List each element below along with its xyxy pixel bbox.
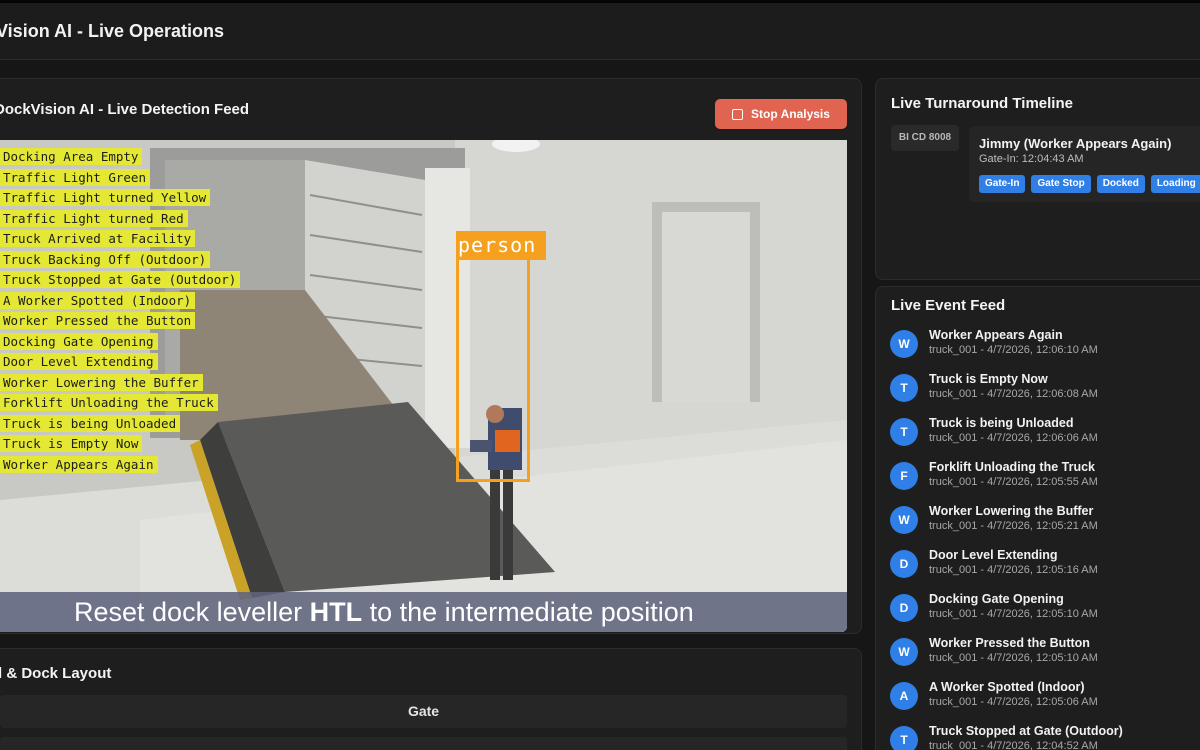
event-item[interactable]: A A Worker Spotted (Indoor) truck_001 - … <box>890 680 1190 720</box>
person-label: person <box>456 231 546 260</box>
event-avatar: A <box>890 682 918 710</box>
stop-icon <box>732 108 744 120</box>
timeline-gate-in: Gate-In: 12:04:43 AM <box>979 153 1084 165</box>
detection-label: Truck Backing Off (Outdoor) <box>0 251 211 268</box>
dock-layout-title: l & Dock Layout <box>0 665 112 682</box>
event-item[interactable]: F Forklift Unloading the Truck truck_001… <box>890 460 1190 500</box>
event-item[interactable]: T Truck is Empty Now truck_001 - 4/7/202… <box>890 372 1190 412</box>
detection-label: Truck Arrived at Facility <box>0 230 196 247</box>
event-meta: truck_001 - 4/7/2026, 12:04:52 AM <box>929 740 1098 750</box>
event-avatar: W <box>890 330 918 358</box>
stage-chip-loading: Loading <box>1150 175 1200 193</box>
event-meta: truck_001 - 4/7/2026, 12:05:55 AM <box>929 476 1098 488</box>
subtitle-bold: HTL <box>309 597 363 627</box>
app-title: Vision AI - Live Operations <box>0 21 225 41</box>
dock-row[interactable] <box>0 737 847 750</box>
event-title: Worker Appears Again <box>929 328 1063 342</box>
stage-chip-docked: Docked <box>1096 175 1145 193</box>
stop-analysis-label: Stop Analysis <box>751 107 830 121</box>
event-meta: truck_001 - 4/7/2026, 12:05:06 AM <box>929 696 1098 708</box>
event-item[interactable]: T Truck Stopped at Gate (Outdoor) truck_… <box>890 724 1190 750</box>
timeline-stages: Gate-In Gate Stop Docked Loading <box>979 175 1200 193</box>
detection-label: Worker Lowering the Buffer <box>0 374 203 391</box>
event-meta: truck_001 - 4/7/2026, 12:06:06 AM <box>929 432 1098 444</box>
event-title: Truck is Empty Now <box>929 372 1048 386</box>
subtitle-text-end: to the intermediate position <box>362 597 694 627</box>
event-title: Worker Lowering the Buffer <box>929 504 1094 518</box>
license-plate-badge: BI CD 8008 <box>891 125 959 151</box>
person-bounding-box <box>456 231 530 482</box>
event-avatar: F <box>890 462 918 490</box>
detection-label: Worker Appears Again <box>0 456 158 473</box>
event-meta: truck_001 - 4/7/2026, 12:05:16 AM <box>929 564 1098 576</box>
detection-label: Forklift Unloading the Truck <box>0 394 218 411</box>
timeline-entry-name: Jimmy (Worker Appears Again) <box>979 136 1172 151</box>
stop-analysis-button[interactable]: Stop Analysis <box>715 99 847 129</box>
detection-label: Traffic Light Green <box>0 169 150 186</box>
event-meta: truck_001 - 4/7/2026, 12:05:21 AM <box>929 520 1098 532</box>
detection-label: Truck is being Unloaded <box>0 415 181 432</box>
detection-label: Docking Gate Opening <box>0 333 158 350</box>
video-subtitle: Reset dock leveller HTL to the intermedi… <box>0 592 847 632</box>
event-avatar: T <box>890 374 918 402</box>
event-avatar: D <box>890 550 918 578</box>
event-title: Docking Gate Opening <box>929 592 1064 606</box>
event-title: A Worker Spotted (Indoor) <box>929 680 1085 694</box>
video-feed[interactable]: Docking Area Empty Traffic Light Green T… <box>0 140 847 632</box>
event-feed-title: Live Event Feed <box>891 297 1006 314</box>
event-item[interactable]: W Worker Pressed the Button truck_001 - … <box>890 636 1190 676</box>
event-title: Worker Pressed the Button <box>929 636 1090 650</box>
timeline-title: Live Turnaround Timeline <box>891 95 1073 112</box>
detection-label: Traffic Light turned Yellow <box>0 189 211 206</box>
event-avatar: T <box>890 726 918 750</box>
event-item[interactable]: D Docking Gate Opening truck_001 - 4/7/2… <box>890 592 1190 632</box>
event-item[interactable]: W Worker Appears Again truck_001 - 4/7/2… <box>890 328 1190 368</box>
feed-title: DockVision AI - Live Detection Feed <box>0 101 250 118</box>
event-title: Truck is being Unloaded <box>929 416 1074 430</box>
detection-label: Docking Area Empty <box>0 148 143 165</box>
detection-label: Truck Stopped at Gate (Outdoor) <box>0 271 241 288</box>
event-title: Truck Stopped at Gate (Outdoor) <box>929 724 1123 738</box>
event-item[interactable]: D Door Level Extending truck_001 - 4/7/2… <box>890 548 1190 588</box>
event-avatar: T <box>890 418 918 446</box>
detection-label: Worker Pressed the Button <box>0 312 196 329</box>
detection-label: Traffic Light turned Red <box>0 210 188 227</box>
stage-chip-gate-stop: Gate Stop <box>1031 175 1091 193</box>
event-avatar: W <box>890 638 918 666</box>
event-title: Forklift Unloading the Truck <box>929 460 1095 474</box>
gate-row[interactable]: Gate <box>0 695 847 728</box>
detection-label: Door Level Extending <box>0 353 158 370</box>
event-title: Door Level Extending <box>929 548 1058 562</box>
event-meta: truck_001 - 4/7/2026, 12:06:08 AM <box>929 388 1098 400</box>
top-bar: Vision AI - Live Operations <box>0 0 1200 60</box>
event-meta: truck_001 - 4/7/2026, 12:05:10 AM <box>929 608 1098 620</box>
subtitle-text: Reset dock leveller <box>74 597 310 627</box>
timeline-entry[interactable]: Jimmy (Worker Appears Again) Gate-In: 12… <box>969 126 1200 202</box>
event-item[interactable]: W Worker Lowering the Buffer truck_001 -… <box>890 504 1190 544</box>
stage-chip-gate-in: Gate-In <box>979 175 1026 193</box>
event-avatar: D <box>890 594 918 622</box>
event-meta: truck_001 - 4/7/2026, 12:05:10 AM <box>929 652 1098 664</box>
event-item[interactable]: T Truck is being Unloaded truck_001 - 4/… <box>890 416 1190 456</box>
event-avatar: W <box>890 506 918 534</box>
detection-label: Truck is Empty Now <box>0 435 143 452</box>
detection-label: A Worker Spotted (Indoor) <box>0 292 196 309</box>
event-meta: truck_001 - 4/7/2026, 12:06:10 AM <box>929 344 1098 356</box>
